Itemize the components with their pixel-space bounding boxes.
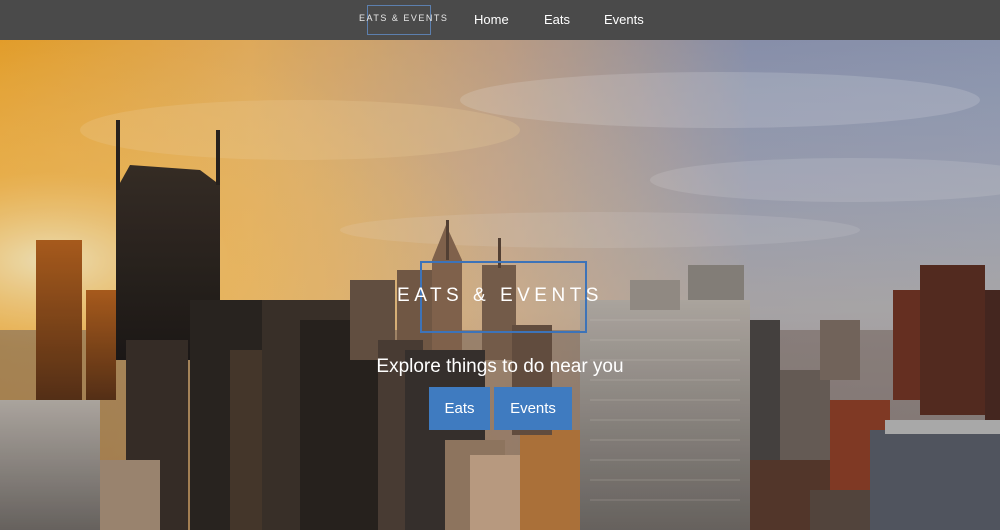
- hero-subtitle: Explore things to do near you: [376, 356, 624, 377]
- hero-section: EATS & EVENTS Explore things to do near …: [0, 40, 1000, 530]
- hero-eats-button[interactable]: Eats: [429, 387, 490, 430]
- hero-title: EATS & EVENTS: [397, 285, 603, 306]
- brand-logo-text[interactable]: EATS & EVENTS: [359, 13, 447, 23]
- nav-link-eats[interactable]: Eats: [544, 12, 570, 27]
- nav-link-events[interactable]: Events: [604, 12, 644, 27]
- top-navbar: EATS & EVENTS Home Eats Events: [0, 0, 1000, 40]
- nav-link-home[interactable]: Home: [474, 12, 509, 27]
- hero-events-button[interactable]: Events: [494, 387, 572, 430]
